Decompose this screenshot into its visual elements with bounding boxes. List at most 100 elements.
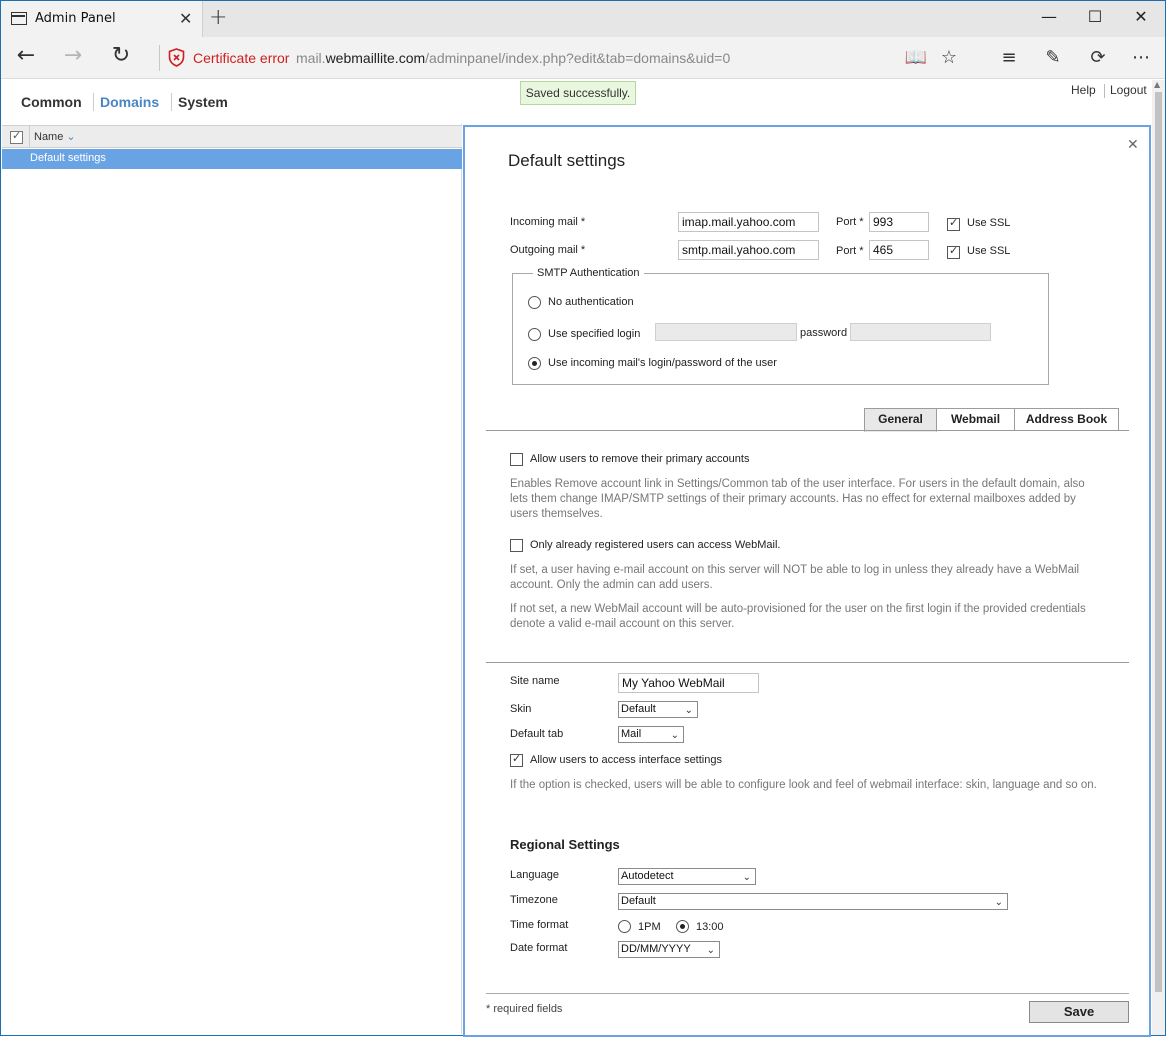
select-all-checkbox[interactable] (10, 129, 23, 144)
site-name-input[interactable]: My Yahoo WebMail (618, 673, 759, 693)
maximize-icon[interactable]: ☐ (1075, 7, 1115, 26)
timezone-label: Timezone (510, 894, 558, 906)
allow-remove-label: Allow users to remove their primary acco… (530, 453, 750, 465)
time-format-1pm-radio[interactable] (618, 920, 631, 933)
outgoing-ssl-checkbox[interactable] (947, 244, 960, 259)
tab-separator (93, 93, 94, 111)
new-tab-icon[interactable]: + (209, 5, 227, 30)
name-column-header[interactable]: Name ⌄ (34, 130, 76, 143)
close-icon[interactable]: ✕ (1127, 137, 1139, 153)
page-scrollbar[interactable]: ▲ (1152, 80, 1165, 1035)
favorite-star-icon[interactable]: ☆ (935, 47, 963, 68)
close-window-icon[interactable]: ✕ (1121, 7, 1161, 26)
date-format-select[interactable]: DD/MM/YYYY ⌄ (618, 941, 720, 958)
language-select[interactable]: Autodetect ⌄ (618, 868, 756, 885)
settings-panel: Default settings ✕ Incoming mail * imap.… (463, 125, 1151, 1037)
time-format-label: Time format (510, 919, 569, 931)
tab-address-book[interactable]: Address Book (1014, 408, 1119, 431)
skin-label: Skin (510, 703, 532, 715)
incoming-login-label: Use incoming mail's login/password of th… (548, 357, 777, 369)
save-button[interactable]: Save (1029, 1001, 1129, 1023)
share-icon[interactable]: ⟳ (1084, 47, 1112, 68)
incoming-login-radio[interactable] (528, 357, 541, 370)
tab-title: Admin Panel (35, 11, 116, 26)
browser-window: Admin Panel ✕ + — ☐ ✕ ← → ↻ Certificate … (0, 0, 1166, 1037)
page-icon (11, 12, 27, 25)
url-prefix: mail. (296, 50, 326, 66)
link-separator (1104, 84, 1105, 98)
specified-login-label: Use specified login (548, 328, 641, 340)
incoming-ssl-checkbox[interactable] (947, 216, 960, 231)
default-tab-value: Mail (621, 728, 642, 740)
name-column-label: Name (34, 131, 64, 143)
chevron-down-icon: ⌄ (684, 705, 693, 716)
tab-webmail[interactable]: Webmail (936, 408, 1015, 431)
time-format-13-label: 13:00 (696, 921, 724, 933)
certificate-error-label[interactable]: Certificate error (193, 50, 289, 66)
time-format-13-radio[interactable] (676, 920, 689, 933)
close-tab-icon[interactable]: ✕ (179, 9, 192, 28)
url-host: webmaillite.com (325, 50, 426, 66)
incoming-ssl-label: Use SSL (967, 217, 1011, 229)
default-tab-select[interactable]: Mail ⌄ (618, 726, 684, 743)
minimize-icon[interactable]: — (1029, 7, 1069, 26)
back-icon[interactable]: ← (11, 43, 41, 68)
language-label: Language (510, 869, 559, 881)
smtp-login-input[interactable] (655, 323, 797, 341)
footer-divider (486, 993, 1129, 994)
browser-tab[interactable]: Admin Panel ✕ (1, 1, 203, 37)
chevron-down-icon: ⌄ (742, 872, 751, 883)
no-auth-radio[interactable] (528, 296, 541, 309)
allow-remove-help: Enables Remove account link in Settings/… (510, 478, 1085, 520)
chevron-down-icon: ⌄ (63, 131, 76, 143)
tabs-divider (486, 430, 1129, 431)
auto-provision-help: If not set, a new WebMail account will b… (510, 603, 1086, 630)
title-bar: Admin Panel ✕ + — ☐ ✕ (1, 1, 1165, 37)
section-divider (486, 662, 1129, 663)
list-item[interactable]: Default settings (2, 149, 462, 169)
registered-only-label: Only already registered users can access… (530, 539, 781, 551)
web-note-icon[interactable]: ✎ (1039, 47, 1067, 68)
address-bar[interactable]: mail.webmaillite.com/adminpanel/index.ph… (296, 50, 730, 66)
logout-link[interactable]: Logout (1110, 83, 1147, 97)
skin-select[interactable]: Default ⌄ (618, 701, 698, 718)
outgoing-mail-input[interactable]: smtp.mail.yahoo.com (678, 240, 819, 260)
site-name-label: Site name (510, 675, 560, 687)
tab-domains[interactable]: Domains (100, 94, 159, 110)
list-item-label: Default settings (30, 152, 106, 164)
incoming-port-input[interactable]: 993 (869, 212, 929, 232)
incoming-mail-input[interactable]: imap.mail.yahoo.com (678, 212, 819, 232)
reading-view-icon[interactable]: 📖 (902, 47, 930, 68)
allow-remove-checkbox[interactable] (510, 453, 523, 466)
tab-separator (171, 93, 172, 111)
registered-only-help: If set, a user having e-mail account on … (510, 564, 1080, 591)
outgoing-port-input[interactable]: 465 (869, 240, 929, 260)
help-link[interactable]: Help (1071, 83, 1096, 97)
outgoing-mail-label: Outgoing mail * (510, 244, 586, 256)
allow-interface-help: If the option is checked, users will be … (510, 779, 1097, 791)
allow-interface-label: Allow users to access interface settings (530, 754, 722, 766)
scrollbar-thumb[interactable] (1155, 92, 1162, 992)
registered-only-checkbox[interactable] (510, 539, 523, 552)
refresh-icon[interactable]: ↻ (106, 43, 136, 68)
password-label: password (800, 327, 848, 339)
tab-general[interactable]: General (864, 408, 937, 432)
tab-system[interactable]: System (178, 94, 228, 110)
forward-icon[interactable]: → (58, 43, 88, 68)
timezone-select[interactable]: Default ⌄ (618, 893, 1008, 910)
timezone-value: Default (621, 895, 656, 907)
incoming-port-label: Port * (836, 216, 864, 228)
admin-header: Common Domains System Saved successfully… (2, 80, 1158, 124)
hub-icon[interactable]: ≡ (995, 47, 1023, 68)
outgoing-port-label: Port * (836, 245, 864, 257)
shield-error-icon[interactable] (168, 48, 185, 67)
allow-interface-checkbox[interactable] (510, 752, 523, 767)
scroll-up-icon[interactable]: ▲ (1154, 80, 1160, 89)
specified-login-radio[interactable] (528, 328, 541, 341)
time-format-1pm-label: 1PM (638, 921, 661, 933)
more-icon[interactable]: ⋯ (1127, 47, 1155, 68)
tab-common[interactable]: Common (21, 94, 82, 110)
default-tab-label: Default tab (510, 728, 564, 740)
chevron-down-icon: ⌄ (994, 897, 1003, 908)
smtp-password-input[interactable] (850, 323, 991, 341)
